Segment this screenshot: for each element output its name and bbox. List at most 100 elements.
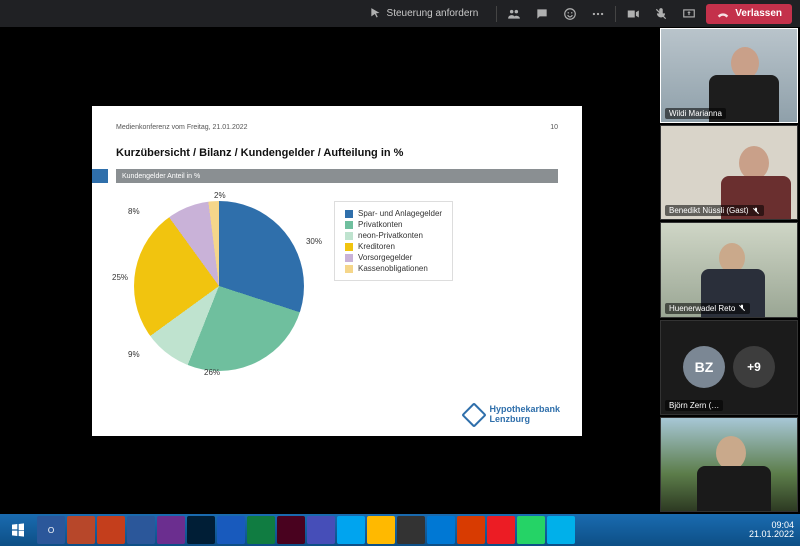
legend-label: Privatkonten — [358, 220, 402, 229]
app-mail[interactable] — [427, 516, 455, 544]
taskbar-tray[interactable]: 09:04 21.01.2022 — [749, 514, 800, 546]
separator — [496, 6, 497, 22]
slide-subtitle-bar: Kundengelder Anteil in % — [116, 169, 558, 183]
participant-name-tag: Huenerwadel Reto — [665, 303, 750, 314]
legend-label: neon-Privatkonten — [358, 231, 423, 240]
pie-graphic — [134, 201, 304, 371]
participant-tile[interactable]: Huenerwadel Reto — [660, 222, 798, 317]
pie-label-2: 2% — [214, 191, 226, 200]
app-teams[interactable] — [307, 516, 335, 544]
pie-label-26: 26% — [204, 368, 220, 377]
app-edge[interactable] — [337, 516, 365, 544]
participant-name: Wildi Marianna — [669, 109, 722, 118]
pie-label-8: 8% — [128, 207, 140, 216]
request-control-label: Steuerung anfordern — [387, 8, 479, 19]
windows-icon — [10, 522, 26, 538]
avatar: BZ — [683, 346, 725, 388]
app-excel[interactable] — [247, 516, 275, 544]
app-acrobat[interactable] — [97, 516, 125, 544]
slide-header: Medienkonferenz vom Freitag, 21.01.2022 … — [116, 124, 558, 131]
presentation-slide: Medienkonferenz vom Freitag, 21.01.2022 … — [92, 106, 582, 436]
cursor-icon — [369, 7, 383, 21]
slide-doc-title: Medienkonferenz vom Freitag, 21.01.2022 — [116, 124, 248, 131]
app-word2[interactable] — [217, 516, 245, 544]
legend-label: Vorsorgegelder — [358, 253, 412, 262]
mic-muted-icon — [752, 207, 760, 215]
slide-title: Kurzübersicht / Bilanz / Kundengelder / … — [116, 147, 558, 159]
participant-name-tag: Benedikt Nüssli (Gast) — [665, 205, 764, 216]
legend-label: Kassenobligationen — [358, 264, 428, 273]
brand-mark-icon — [462, 402, 487, 427]
pie-label-30: 30% — [306, 237, 322, 246]
brand-logo: Hypothekarbank Lenzburg — [465, 405, 560, 424]
shared-screen-stage: Medienkonferenz vom Freitag, 21.01.2022 … — [0, 28, 660, 514]
participant-tile-overflow[interactable]: BZ +9 Björn Zern (… — [660, 320, 798, 415]
app-generic[interactable] — [547, 516, 575, 544]
slide-subtitle-text: Kundengelder Anteil in % — [122, 173, 200, 180]
leave-button[interactable]: Verlassen — [706, 4, 792, 24]
brand-line2: Lenzburg — [489, 415, 560, 424]
legend-label: Kreditoren — [358, 242, 395, 251]
chart-zone: 30% 26% 9% 25% 8% 2% Spar- und Anlagegel… — [116, 201, 558, 371]
app-whatsapp[interactable] — [517, 516, 545, 544]
participant-gallery: Wildi Marianna Benedikt Nüssli (Gast) — [660, 28, 800, 514]
leave-label: Verlassen — [735, 8, 782, 19]
legend-item: Kreditoren — [345, 241, 442, 252]
participant-tile[interactable]: Wildi Marianna — [660, 28, 798, 123]
reactions-icon[interactable] — [563, 7, 577, 21]
screen: Steuerung anfordern Verlassen Medienkonf… — [0, 0, 800, 546]
app-powerpoint[interactable] — [67, 516, 95, 544]
swatch-icon — [345, 232, 353, 240]
start-button[interactable] — [0, 514, 36, 546]
taskbar-apps: O — [36, 514, 576, 546]
participant-tile[interactable] — [660, 417, 798, 512]
taskbar-clock[interactable]: 09:04 21.01.2022 — [749, 521, 794, 540]
toolbar-icon-group — [507, 7, 605, 21]
app-explorer[interactable] — [367, 516, 395, 544]
app-outlook[interactable]: O — [37, 516, 65, 544]
hangup-icon — [716, 7, 730, 21]
chat-icon[interactable] — [535, 7, 549, 21]
participant-tile[interactable]: Benedikt Nüssli (Gast) — [660, 125, 798, 220]
app-office[interactable] — [457, 516, 485, 544]
clock-date: 21.01.2022 — [749, 530, 794, 539]
swatch-icon — [345, 254, 353, 262]
slide-page-number: 10 — [550, 124, 558, 131]
more-icon[interactable] — [591, 7, 605, 21]
participant-name-tag: Wildi Marianna — [665, 108, 726, 119]
swatch-icon — [345, 210, 353, 218]
participant-name-tag: Björn Zern (… — [665, 400, 723, 411]
windows-taskbar: O 09:04 21.01.2022 — [0, 514, 800, 546]
legend-item: Kassenobligationen — [345, 263, 442, 274]
participant-video — [661, 418, 797, 511]
camera-icon[interactable] — [626, 7, 640, 21]
pie-label-9: 9% — [128, 350, 140, 359]
app-indesign[interactable] — [157, 516, 185, 544]
people-icon[interactable] — [507, 7, 521, 21]
svg-text:O: O — [48, 526, 54, 535]
app-pdf[interactable] — [487, 516, 515, 544]
pie-label-25: 25% — [112, 273, 128, 282]
legend-item: neon-Privatkonten — [345, 230, 442, 241]
swatch-icon — [345, 265, 353, 273]
request-control-button[interactable]: Steuerung anfordern — [361, 4, 487, 24]
mic-muted-icon[interactable] — [654, 7, 668, 21]
legend-item: Privatkonten — [345, 219, 442, 230]
app-photoshop[interactable] — [187, 516, 215, 544]
share-tray-icon[interactable] — [682, 7, 696, 21]
swatch-icon — [345, 243, 353, 251]
participant-name: Benedikt Nüssli (Gast) — [669, 206, 749, 215]
brand-text: Hypothekarbank Lenzburg — [489, 405, 560, 424]
legend-item: Vorsorgegelder — [345, 252, 442, 263]
app-word[interactable] — [127, 516, 155, 544]
app-incopy[interactable] — [277, 516, 305, 544]
participant-name: Huenerwadel Reto — [669, 304, 735, 313]
av-controls — [626, 7, 696, 21]
teams-meeting-toolbar: Steuerung anfordern Verlassen — [0, 0, 800, 28]
overflow-count[interactable]: +9 — [733, 346, 775, 388]
outlook-icon: O — [44, 523, 58, 537]
app-cmd[interactable] — [397, 516, 425, 544]
legend-item: Spar- und Anlagegelder — [345, 208, 442, 219]
swatch-icon — [345, 221, 353, 229]
mic-muted-icon — [738, 304, 746, 312]
